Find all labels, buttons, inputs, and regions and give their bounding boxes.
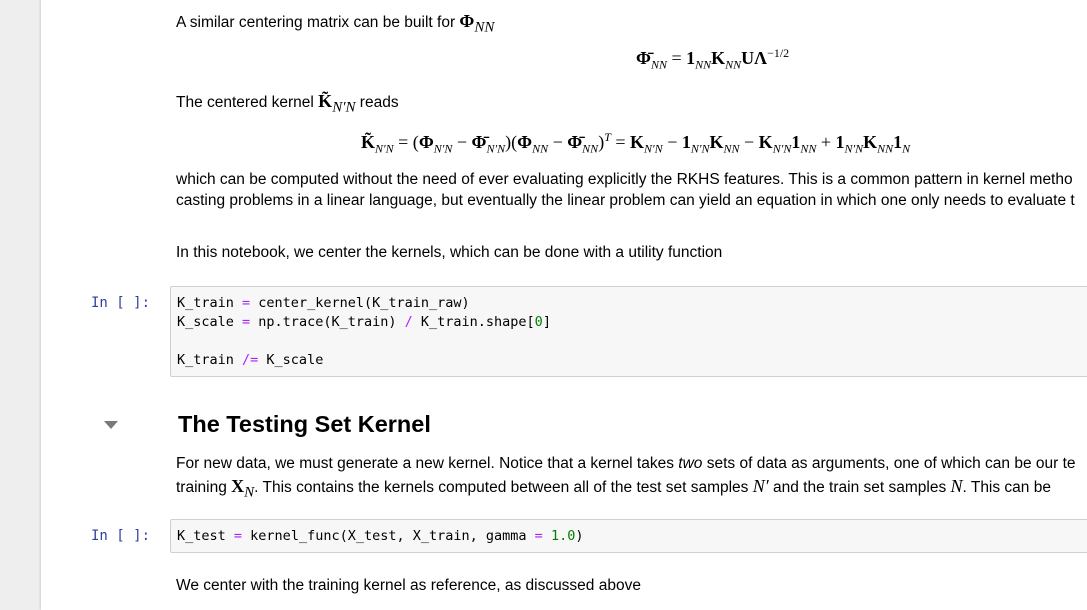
markdown-paragraph: A similar centering matrix can be built … <box>176 11 494 37</box>
markdown-paragraph: casting problems in a linear language, b… <box>176 192 1075 209</box>
markdown-paragraph: For new data, we must generate a new ker… <box>176 455 1076 472</box>
code-cell[interactable]: K_train = center_kernel(K_train_raw) K_sc… <box>170 286 1087 377</box>
code-editor[interactable]: K_test = kernel_func(X_test, X_train, ga… <box>171 520 1087 553</box>
math-inline: N <box>950 476 963 496</box>
math-inline: ΦNN <box>459 11 495 36</box>
cell-prompt: In [ ]: <box>91 295 151 311</box>
code-line: K_test = kernel_func(X_test, X_train, ga… <box>177 528 584 544</box>
markdown-paragraph: In this notebook, we center the kernels,… <box>176 244 723 261</box>
cell-prompt: In [ ]: <box>91 528 151 544</box>
markdown-paragraph: which can be computed without the need o… <box>176 171 1073 188</box>
paragraph-text: A similar centering matrix can be built … <box>176 14 460 31</box>
paragraph-text: The centered kernel <box>176 94 319 111</box>
math-inline: N′ <box>752 476 769 496</box>
markdown-paragraph: The centered kernel K̃N′N reads <box>176 91 399 117</box>
markdown-paragraph: training XN. This contains the kernels c… <box>176 476 1051 501</box>
code-line: K_train /= K_scale <box>177 352 324 368</box>
math-equation: Φ̄NN = 1NNKNNUΛ−1/2 <box>636 46 790 72</box>
caret-down-icon[interactable] <box>104 421 118 429</box>
section-heading: The Testing Set Kernel <box>178 411 431 437</box>
markdown-paragraph: We center with the training kernel as re… <box>176 577 641 594</box>
code-line: K_scale = np.trace(K_train) / K_train.sh… <box>177 314 551 330</box>
code-line: ​ <box>177 332 1087 351</box>
code-line: K_train = center_kernel(K_train_raw) <box>177 295 470 311</box>
math-equation: K̃N′N = (ΦN′N − Φ̄N′N)(ΦNN − Φ̄NN)T = KN… <box>361 130 911 156</box>
paragraph-text: reads <box>355 94 399 111</box>
math-inline: K̃N′N <box>318 91 356 116</box>
code-editor[interactable]: K_train = center_kernel(K_train_raw) K_sc… <box>171 287 1087 377</box>
code-cell[interactable]: K_test = kernel_func(X_test, X_train, ga… <box>170 519 1087 553</box>
notebook-page: A similar centering matrix can be built … <box>41 0 1087 610</box>
math-inline: XN <box>231 476 255 501</box>
